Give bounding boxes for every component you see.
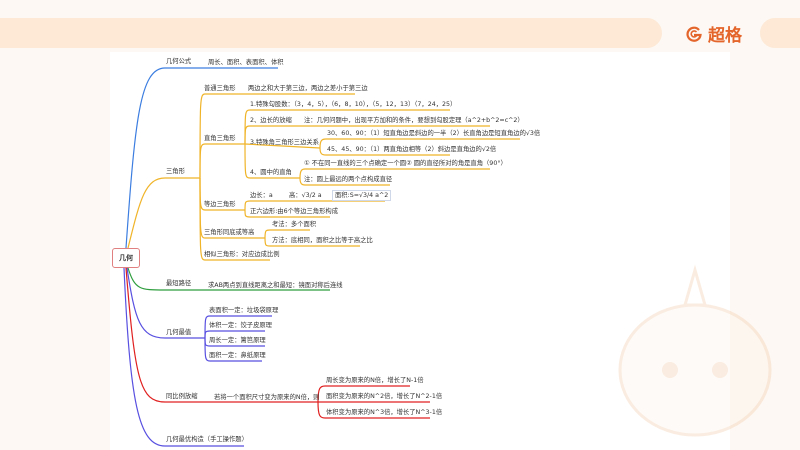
node-extreme-item[interactable]: 表面积一定：垃圾袋原理 <box>209 307 278 315</box>
node-extreme-item[interactable]: 面积一定：鼻纸原理 <box>209 352 266 360</box>
node-scale[interactable]: 同比例放缩 <box>166 393 197 401</box>
node-formula[interactable]: 几何公式 <box>166 58 191 66</box>
root-label: 几何 <box>119 254 133 262</box>
node-circle-note[interactable]: 注：圆上最远的两个点构成直径 <box>304 176 392 184</box>
node-30-60-90[interactable]: 30、60、90：（1）短直角边是斜边的一半（2）长直角边是短直角边的√3倍 <box>327 130 540 138</box>
node-ordinary-triangle[interactable]: 普通三角形 <box>204 85 235 93</box>
node-pythagorean-triples[interactable]: 1.特殊勾股数：（3，4，5），（6，8，10），（5，12，13）（7，24，… <box>250 101 456 109</box>
node-extreme-item[interactable]: 周长一定：篱笆原理 <box>209 337 266 345</box>
node-extreme-item[interactable]: 体积一定：饺子皮原理 <box>209 322 272 330</box>
node-scale-condition[interactable]: 若将一个面积尺寸变为原来的N倍，则 <box>214 394 319 402</box>
node-scale-item[interactable]: 面积变为原来的N^2倍，增长了N^2-1倍 <box>326 393 442 401</box>
node-equilateral-area[interactable]: 面积:S=√3/4 a^2 <box>332 190 392 201</box>
node-triangle[interactable]: 三角形 <box>166 168 185 176</box>
node-circle-rule[interactable]: ① 不在同一直线的三个点确定一个圆② 圆的直径所对的角是直角（90°） <box>304 160 507 168</box>
node-right-triangle[interactable]: 直角三角形 <box>204 135 235 143</box>
node-equilateral-side[interactable]: 边长：a <box>250 192 273 200</box>
node-side-scaling-note[interactable]: 注：几何问题中，出现平方加和的条件，要想到勾股定理（a^2+b^2=c^2） <box>304 117 524 125</box>
node-45-45-90[interactable]: 45、45、90：（1）两直角边相等（2）斜边是直角边的√2倍 <box>327 146 496 154</box>
mindmap-root-node[interactable]: 几何 <box>112 248 140 268</box>
node-similar[interactable]: 相似三角形：对应边成比例 <box>204 251 280 259</box>
node-hexagon[interactable]: 正六边形:由6个等边三角形构成 <box>250 208 338 216</box>
node-circle-right-angle[interactable]: 4、圆中的直角 <box>250 169 292 177</box>
node-equilateral[interactable]: 等边三角形 <box>204 201 235 209</box>
node-extreme[interactable]: 几何最值 <box>166 329 191 337</box>
node-special-angle[interactable]: 3.特殊角三角形三边关系 <box>250 139 319 147</box>
node-same-base-test[interactable]: 考法：多个面积 <box>272 221 316 229</box>
node-same-base[interactable]: 三角形同底或等高 <box>204 229 254 237</box>
node-side-scaling[interactable]: 2、边长的放缩 <box>250 117 292 125</box>
node-construct[interactable]: 几何最优构造（手工操作题） <box>166 436 248 444</box>
node-formula-child[interactable]: 周长、面积、表面积、体积 <box>208 59 284 67</box>
node-ordinary-child[interactable]: 两边之和大于第三边，两边之差小于第三边 <box>248 85 368 93</box>
node-scale-item[interactable]: 体积变为原来的N^3倍，增长了N^3-1倍 <box>326 409 442 417</box>
node-shortest-path[interactable]: 最短路径 <box>166 280 191 288</box>
node-scale-item[interactable]: 周长变为原来的N倍，增长了N-1倍 <box>326 377 424 385</box>
node-shortest-child[interactable]: 求AB两点到直线距离之和最短：镜面对称后连线 <box>208 282 343 290</box>
node-equilateral-height[interactable]: 高：√3/2 a <box>289 192 322 200</box>
node-same-base-method[interactable]: 方法：底相同，面积之比等于高之比 <box>272 237 373 245</box>
